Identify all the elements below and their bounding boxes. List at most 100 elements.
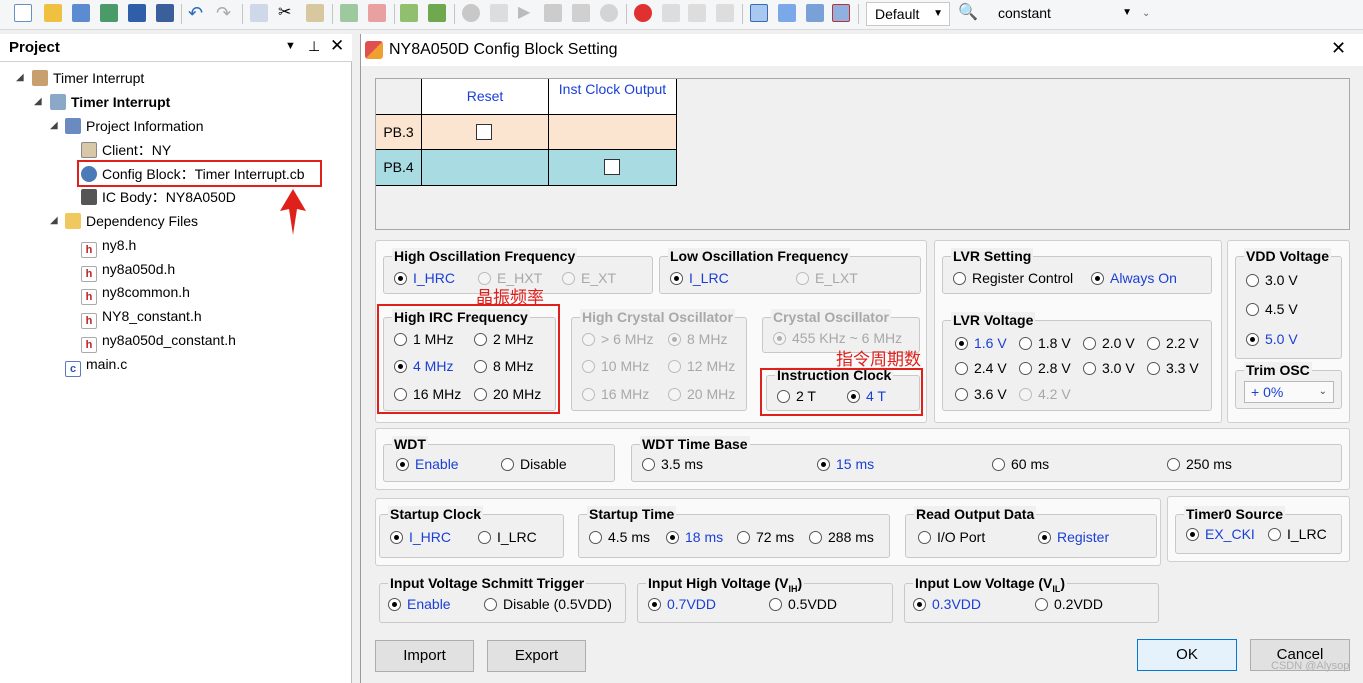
radio-e-lxt[interactable]: E_LXT bbox=[796, 269, 858, 287]
run-icon[interactable]: ▶ bbox=[518, 4, 536, 22]
radio-lvr-1-8v[interactable]: 1.8 V bbox=[1019, 334, 1071, 352]
radio-wdt-enable[interactable]: Enable bbox=[396, 455, 459, 473]
tree-item-file[interactable]: h ny8a050d_constant.h bbox=[81, 329, 236, 353]
close-icon[interactable]: ✕ bbox=[1331, 38, 1346, 59]
tree-item-ic-body[interactable]: IC Body：NY8A050D bbox=[81, 186, 236, 208]
import-button[interactable]: Import bbox=[375, 640, 474, 672]
radio-lvr-3-6v[interactable]: 3.6 V bbox=[955, 385, 1007, 403]
radio-60ms[interactable]: 60 ms bbox=[992, 455, 1049, 473]
radio-4-5ms[interactable]: 4.5 ms bbox=[589, 528, 650, 546]
radio-always-on[interactable]: Always On bbox=[1091, 269, 1177, 287]
radio-250ms[interactable]: 250 ms bbox=[1167, 455, 1232, 473]
build-icon[interactable] bbox=[400, 4, 418, 22]
add-bookmark-icon[interactable] bbox=[340, 4, 358, 22]
radio-vdd-4-5v[interactable]: 4.5 V bbox=[1246, 300, 1298, 318]
tree-item-client[interactable]: Client：NY bbox=[81, 139, 171, 161]
breakpoint-icon[interactable] bbox=[634, 4, 652, 22]
search-combo[interactable]: constant ▼ bbox=[990, 2, 1138, 26]
download-icon[interactable] bbox=[462, 4, 480, 22]
radio-crystal-20mhz[interactable]: 20 MHz bbox=[668, 385, 735, 403]
radio-lvr-3-0v[interactable]: 3.0 V bbox=[1083, 359, 1135, 377]
window-icon[interactable] bbox=[750, 4, 768, 22]
tree-item-project-info[interactable]: Project Information bbox=[65, 115, 204, 137]
pin-icon[interactable]: ⊥ bbox=[308, 38, 320, 55]
radio-15ms[interactable]: 15 ms bbox=[817, 455, 874, 473]
search-icon[interactable]: 🔍 bbox=[958, 4, 978, 22]
copy-icon[interactable] bbox=[250, 4, 268, 22]
tree-item-dependency-files[interactable]: Dependency Files bbox=[65, 210, 198, 232]
radio-crystal-8mhz[interactable]: 8 MHz bbox=[668, 330, 727, 348]
radio-vdd-5v[interactable]: 5.0 V bbox=[1246, 330, 1298, 348]
paste-icon[interactable] bbox=[306, 4, 324, 22]
radio-lvr-2-0v[interactable]: 2.0 V bbox=[1083, 334, 1135, 352]
window-close-icon[interactable] bbox=[832, 4, 850, 22]
cut-icon[interactable]: ✂ bbox=[278, 4, 296, 22]
save-icon[interactable] bbox=[128, 4, 146, 22]
step-over-icon[interactable] bbox=[688, 4, 706, 22]
radio-crystal-16mhz[interactable]: 16 MHz bbox=[582, 385, 649, 403]
radio-vih-0-7vdd[interactable]: 0.7VDD bbox=[648, 595, 716, 613]
pb3-reset-checkbox[interactable] bbox=[476, 124, 492, 140]
radio-ex-cki[interactable]: EX_CKI bbox=[1186, 525, 1255, 543]
radio-vih-0-5vdd[interactable]: 0.5VDD bbox=[769, 595, 837, 613]
rebuild-icon[interactable] bbox=[428, 4, 446, 22]
radio-72ms[interactable]: 72 ms bbox=[737, 528, 794, 546]
radio-lvr-2-8v[interactable]: 2.8 V bbox=[1019, 359, 1071, 377]
tree-item-workspace[interactable]: Timer Interrupt bbox=[32, 67, 144, 89]
pause-icon[interactable] bbox=[544, 4, 562, 22]
undo-icon[interactable]: ↶ bbox=[188, 4, 206, 22]
radio-crystal-12mhz[interactable]: 12 MHz bbox=[668, 357, 735, 375]
radio-timer0-i-lrc[interactable]: I_LRC bbox=[1268, 525, 1327, 543]
collapse-icon[interactable]: ◢ bbox=[16, 72, 24, 83]
toolbar-overflow-icon[interactable]: ⌄ bbox=[1142, 8, 1150, 19]
radio-startup-i-lrc[interactable]: I_LRC bbox=[478, 528, 537, 546]
collapse-icon[interactable]: ◢ bbox=[50, 215, 58, 226]
ok-button[interactable]: OK bbox=[1137, 639, 1237, 671]
trim-osc-dropdown[interactable]: + 0% ⌄ bbox=[1244, 381, 1334, 403]
radio-gt-6mhz[interactable]: > 6 MHz bbox=[582, 330, 654, 348]
radio-vil-0-2vdd[interactable]: 0.2VDD bbox=[1035, 595, 1103, 613]
window-next-icon[interactable] bbox=[778, 4, 796, 22]
pb4-inst-clock-checkbox[interactable] bbox=[604, 159, 620, 175]
radio-crystal-10mhz[interactable]: 10 MHz bbox=[582, 357, 649, 375]
tree-item-file[interactable]: h ny8.h bbox=[81, 234, 136, 258]
radio-startup-i-hrc[interactable]: I_HRC bbox=[390, 528, 451, 546]
remove-bookmark-icon[interactable] bbox=[368, 4, 386, 22]
radio-e-xt[interactable]: E_XT bbox=[562, 269, 616, 287]
radio-lvr-1-6v[interactable]: 1.6 V bbox=[955, 334, 1007, 352]
radio-i-hrc[interactable]: I_HRC bbox=[394, 269, 455, 287]
radio-vdd-3v[interactable]: 3.0 V bbox=[1246, 271, 1298, 289]
step-into-icon[interactable] bbox=[662, 4, 680, 22]
radio-schmitt-enable[interactable]: Enable bbox=[388, 595, 451, 613]
radio-io-port[interactable]: I/O Port bbox=[918, 528, 985, 546]
radio-i-lrc[interactable]: I_LRC bbox=[670, 269, 729, 287]
new-file-icon[interactable] bbox=[14, 4, 32, 22]
radio-288ms[interactable]: 288 ms bbox=[809, 528, 874, 546]
open-folder-icon[interactable] bbox=[44, 4, 62, 22]
radio-lvr-3-3v[interactable]: 3.3 V bbox=[1147, 359, 1199, 377]
radio-lvr-4-2v[interactable]: 4.2 V bbox=[1019, 385, 1071, 403]
tree-item-project[interactable]: Timer Interrupt bbox=[50, 91, 170, 113]
close-icon[interactable]: ✕ bbox=[330, 36, 344, 56]
radio-schmitt-disable[interactable]: Disable (0.5VDD) bbox=[484, 595, 612, 613]
radio-wdt-disable[interactable]: Disable bbox=[501, 455, 567, 473]
build-config-dropdown[interactable]: Default ▼ bbox=[866, 2, 950, 26]
radio-18ms[interactable]: 18 ms bbox=[666, 528, 723, 546]
collapse-icon[interactable]: ◢ bbox=[34, 96, 42, 107]
radio-lvr-2-4v[interactable]: 2.4 V bbox=[955, 359, 1007, 377]
restart-icon[interactable] bbox=[600, 4, 618, 22]
radio-register-control[interactable]: Register Control bbox=[953, 269, 1073, 287]
window-prev-icon[interactable] bbox=[806, 4, 824, 22]
redo-icon[interactable]: ↷ bbox=[216, 4, 234, 22]
radio-vil-0-3vdd[interactable]: 0.3VDD bbox=[913, 595, 981, 613]
radio-3-5ms[interactable]: 3.5 ms bbox=[642, 455, 703, 473]
export-button[interactable]: Export bbox=[487, 640, 586, 672]
tree-item-file[interactable]: h NY8_constant.h bbox=[81, 305, 202, 329]
collapse-icon[interactable]: ◢ bbox=[50, 120, 58, 131]
save-all-icon[interactable] bbox=[72, 4, 90, 22]
reset-icon[interactable] bbox=[490, 4, 508, 22]
tree-item-file[interactable]: h ny8common.h bbox=[81, 281, 190, 305]
project-icon[interactable] bbox=[100, 4, 118, 22]
tree-item-file[interactable]: c main.c bbox=[65, 353, 127, 377]
radio-lvr-2-2v[interactable]: 2.2 V bbox=[1147, 334, 1199, 352]
